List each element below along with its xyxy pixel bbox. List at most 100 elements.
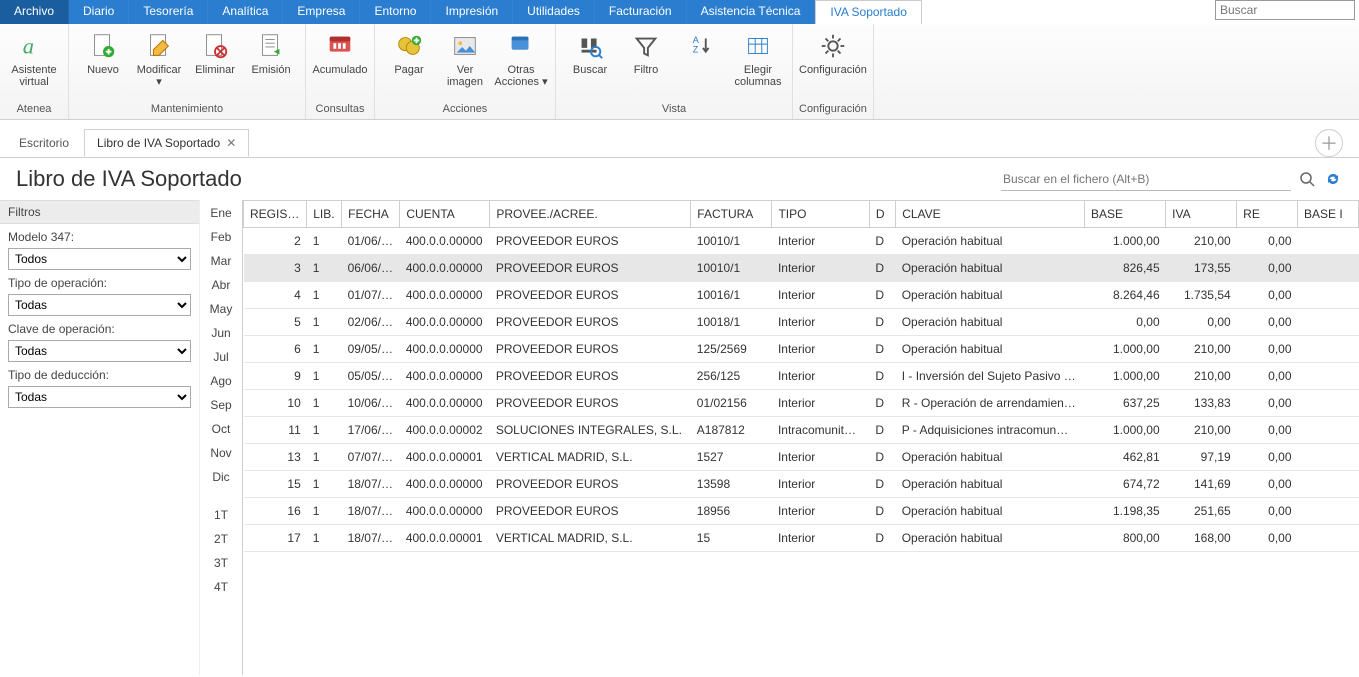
filter-modelo347-select[interactable]: Todos (8, 248, 191, 270)
ribbon-asistente-button[interactable]: aAsistentevirtual (6, 26, 62, 103)
month-sep[interactable]: Sep (210, 398, 231, 412)
column-header[interactable]: RE (1237, 201, 1298, 228)
month-3t[interactable]: 3T (214, 556, 228, 570)
cell: 400.0.0.00000 (400, 309, 490, 336)
cell: 210,00 (1166, 228, 1237, 255)
month-2t[interactable]: 2T (214, 532, 228, 546)
column-header[interactable]: IVA (1166, 201, 1237, 228)
menu-item-archivo[interactable]: Archivo (0, 0, 69, 24)
table-row[interactable]: 9105/05/…400.0.0.00000PROVEEDOR EUROS256… (244, 363, 1359, 390)
filter-clave-op-select[interactable]: Todas (8, 340, 191, 362)
ribbon-pagar-button[interactable]: Pagar (381, 26, 437, 103)
tab-escritorio[interactable]: Escritorio (6, 129, 82, 157)
close-icon[interactable]: ✕ (226, 136, 236, 150)
table-row[interactable]: 15118/07/…400.0.0.00000PROVEEDOR EUROS13… (244, 471, 1359, 498)
menu-item-utilidades[interactable]: Utilidades (513, 0, 595, 24)
cell: D (869, 309, 895, 336)
table-row[interactable]: 16118/07/…400.0.0.00000PROVEEDOR EUROS18… (244, 498, 1359, 525)
column-header[interactable]: LIB. (307, 201, 342, 228)
column-header[interactable]: FACTURA (691, 201, 772, 228)
ribbon-modificar-button[interactable]: Modificar▾ (131, 26, 187, 103)
table-row[interactable]: 11117/06/…400.0.0.00002SOLUCIONES INTEGR… (244, 417, 1359, 444)
cell: Interior (772, 498, 869, 525)
grid-scroll[interactable]: REGIS…LIB.FECHACUENTAPROVEE./ACREE.FACTU… (243, 200, 1359, 675)
table-row[interactable]: 10110/06/…400.0.0.00000PROVEEDOR EUROS01… (244, 390, 1359, 417)
month-jul[interactable]: Jul (213, 350, 228, 364)
ribbon-eliminar-button[interactable]: Eliminar (187, 26, 243, 103)
table-row[interactable]: 13107/07/…400.0.0.00001VERTICAL MADRID, … (244, 444, 1359, 471)
menu-item-tesorer-a[interactable]: Tesorería (129, 0, 208, 24)
column-header[interactable]: CUENTA (400, 201, 490, 228)
menu-item-iva-soportado[interactable]: IVA Soportado (815, 0, 922, 24)
menu-item-empresa[interactable]: Empresa (283, 0, 360, 24)
column-header[interactable]: BASE I (1298, 201, 1359, 228)
orden-icon: AZ (686, 30, 718, 62)
file-search-input[interactable] (1001, 168, 1291, 191)
ribbon-label: Elegircolumnas (734, 64, 781, 88)
filter-tipo-ded-select[interactable]: Todas (8, 386, 191, 408)
table-row[interactable]: 5102/06/…400.0.0.00000PROVEEDOR EUROS100… (244, 309, 1359, 336)
table-row[interactable]: 4101/07/…400.0.0.00000PROVEEDOR EUROS100… (244, 282, 1359, 309)
month-4t[interactable]: 4T (214, 580, 228, 594)
column-header[interactable]: TIPO (772, 201, 869, 228)
ribbon-buscar-button[interactable]: Buscar (562, 26, 618, 103)
column-header[interactable]: CLAVE (896, 201, 1085, 228)
cell: 400.0.0.00000 (400, 390, 490, 417)
ribbon-verimagen-button[interactable]: Verimagen (437, 26, 493, 103)
menu-item-entorno[interactable]: Entorno (360, 0, 431, 24)
table-row[interactable]: 6109/05/…400.0.0.00000PROVEEDOR EUROS125… (244, 336, 1359, 363)
cell: 141,69 (1166, 471, 1237, 498)
month-may[interactable]: May (210, 302, 233, 316)
cell: 0,00 (1237, 363, 1298, 390)
column-header[interactable]: PROVEE./ACREE. (490, 201, 691, 228)
global-search[interactable] (1215, 0, 1355, 24)
month-feb[interactable]: Feb (211, 230, 232, 244)
month-mar[interactable]: Mar (211, 254, 232, 268)
search-icon[interactable] (1297, 169, 1317, 189)
menu-bar: ArchivoDiarioTesoreríaAnalíticaEmpresaEn… (0, 0, 1359, 24)
cell (1298, 309, 1359, 336)
ribbon-acumulado-button[interactable]: Acumulado (312, 26, 368, 103)
month-oct[interactable]: Oct (212, 422, 231, 436)
menu-item-asistencia-t-cnica[interactable]: Asistencia Técnica (687, 0, 816, 24)
cell: 8.264,46 (1085, 282, 1166, 309)
menu-item-facturaci-n[interactable]: Facturación (595, 0, 687, 24)
cell (1298, 336, 1359, 363)
cell: 15 (691, 525, 772, 552)
column-header[interactable]: FECHA (342, 201, 400, 228)
add-tab-button[interactable]: ＋ (1315, 129, 1343, 157)
table-row[interactable]: 3106/06/…400.0.0.00000PROVEEDOR EUROS100… (244, 255, 1359, 282)
menu-item-anal-tica[interactable]: Analítica (208, 0, 283, 24)
column-header[interactable]: REGIS… (244, 201, 307, 228)
month-dic[interactable]: Dic (212, 470, 229, 484)
ribbon-nuevo-button[interactable]: Nuevo (75, 26, 131, 103)
ribbon-emision-button[interactable]: Emisión (243, 26, 299, 103)
table-row[interactable]: 17118/07/…400.0.0.00001VERTICAL MADRID, … (244, 525, 1359, 552)
cell: 400.0.0.00000 (400, 228, 490, 255)
cell (1298, 255, 1359, 282)
month-ago[interactable]: Ago (210, 374, 231, 388)
global-search-input[interactable] (1215, 0, 1355, 20)
month-1t[interactable]: 1T (214, 508, 228, 522)
month-nov[interactable]: Nov (210, 446, 231, 460)
ribbon-config-button[interactable]: Configuración (805, 26, 861, 103)
ribbon-orden-button[interactable]: AZ (674, 26, 730, 103)
cell: 400.0.0.00001 (400, 444, 490, 471)
column-header[interactable]: BASE (1085, 201, 1166, 228)
ribbon-label: Eliminar (195, 64, 235, 76)
menu-item-diario[interactable]: Diario (69, 0, 129, 24)
ribbon-label: OtrasAcciones ▾ (494, 64, 547, 88)
table-row[interactable]: 2101/06/…400.0.0.00000PROVEEDOR EUROS100… (244, 228, 1359, 255)
column-header[interactable]: D (869, 201, 895, 228)
refresh-icon[interactable] (1323, 169, 1343, 189)
month-ene[interactable]: Ene (210, 206, 231, 220)
menu-item-impresi-n[interactable]: Impresión (431, 0, 513, 24)
ribbon-filtro-button[interactable]: Filtro (618, 26, 674, 103)
month-jun[interactable]: Jun (211, 326, 230, 340)
tab-libro-de-iva-soportado[interactable]: Libro de IVA Soportado✕ (84, 129, 249, 157)
ribbon-otras-button[interactable]: OtrasAcciones ▾ (493, 26, 549, 103)
filter-tipo-op-select[interactable]: Todas (8, 294, 191, 316)
cell: 210,00 (1166, 417, 1237, 444)
month-abr[interactable]: Abr (212, 278, 231, 292)
ribbon-columnas-button[interactable]: Elegircolumnas (730, 26, 786, 103)
